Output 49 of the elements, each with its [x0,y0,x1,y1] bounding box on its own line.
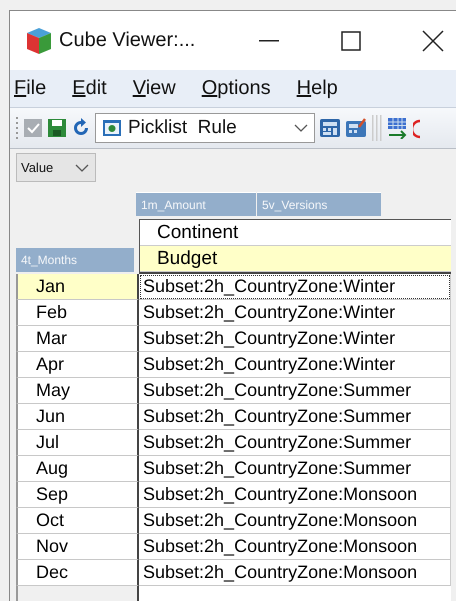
table-cell[interactable]: Subset:2h_CountryZone:Summer [139,430,451,456]
column-header[interactable]: Continent [140,220,451,246]
row-header[interactable]: Oct [16,508,139,534]
chevron-down-icon [75,164,89,172]
menu-item[interactable]: Edit [72,77,107,100]
toolbar-grip-icon [16,116,19,140]
row-header[interactable]: May [16,378,139,404]
row-header[interactable]: Jan [16,274,139,300]
calculator-icon[interactable] [319,118,341,138]
row-header[interactable]: Dec [16,560,139,586]
table-cell[interactable]: Subset:2h_CountryZone:Winter [139,352,451,378]
table-cell[interactable]: Subset:2h_CountryZone:Monsoon [139,482,451,508]
column-header[interactable]: Budget [140,246,451,272]
value-dropdown[interactable]: Value [16,153,96,182]
row-header[interactable]: Mar [16,326,139,352]
row-header[interactable]: Sep [16,482,139,508]
table-cell[interactable]: Subset:2h_CountryZone:Monsoon [139,534,451,560]
view-dropdown[interactable]: Picklist Rule [95,113,315,143]
menu-item[interactable]: View [132,77,176,100]
save-icon[interactable] [47,118,67,138]
toolbar-separator-icon [371,115,383,141]
table-cell[interactable]: Subset:2h_CountryZone:Monsoon [139,508,451,534]
window-title: Cube Viewer:... [59,29,196,52]
table-cell[interactable]: Subset:2h_CountryZone:Winter [139,300,451,326]
table-cell[interactable]: Subset:2h_CountryZone:Winter [139,326,451,352]
table-cell[interactable]: Subset:2h_CountryZone:Winter [139,274,451,300]
minimize-icon[interactable] [259,40,279,42]
table-cell[interactable]: Subset:2h_CountryZone:Summer [139,404,451,430]
chevron-down-icon [294,124,308,132]
table-cell[interactable]: Subset:2h_CountryZone:Summer [139,378,451,404]
cube-icon [26,26,52,54]
menu-item[interactable]: File [14,77,46,100]
menu-item[interactable]: Help [296,77,338,100]
view-icon [102,119,122,137]
calculator-icon[interactable] [345,118,367,138]
row-header[interactable]: Nov [16,534,139,560]
maximize-icon[interactable] [341,30,361,50]
close-icon[interactable] [422,30,444,52]
table-cell[interactable]: Subset:2h_CountryZone:Summer [139,456,451,482]
table-cell[interactable]: Subset:2h_CountryZone:Monsoon [139,560,451,586]
row-header[interactable]: Jun [16,404,139,430]
row-header[interactable]: Feb [16,300,139,326]
grid-arrow-icon[interactable] [387,117,409,139]
menu-item[interactable]: Options [202,77,271,100]
row-header[interactable]: Apr [16,352,139,378]
checkmark-icon[interactable] [23,118,43,138]
row-header[interactable]: Aug [16,456,139,482]
row-header[interactable]: Jul [16,430,139,456]
refresh-icon[interactable] [71,118,91,138]
